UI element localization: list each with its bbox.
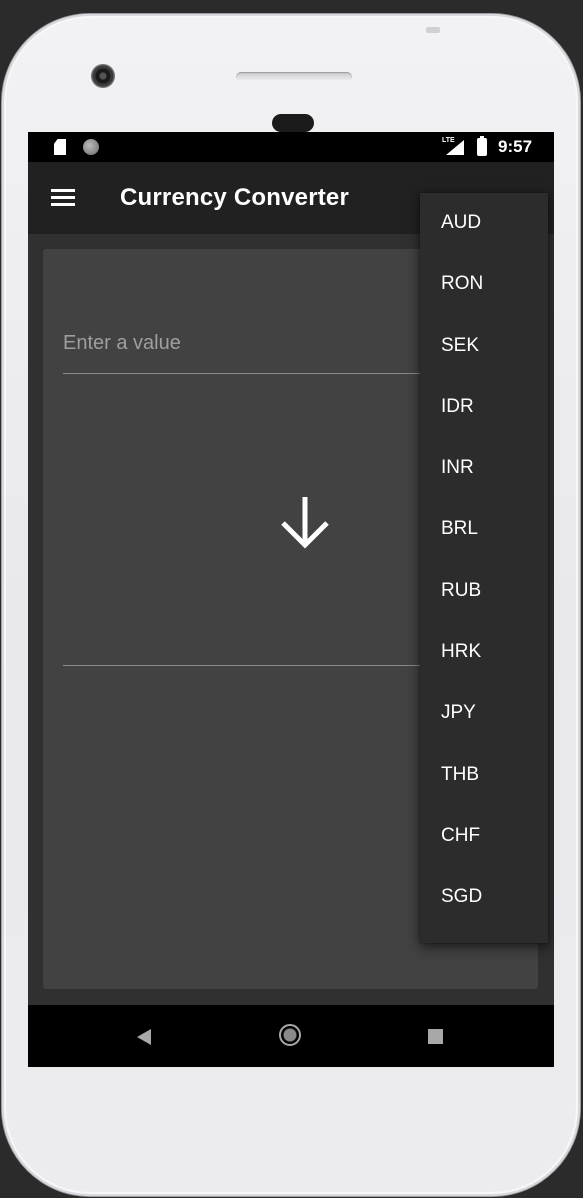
home-icon[interactable] bbox=[279, 1024, 301, 1046]
front-camera bbox=[91, 64, 115, 88]
sd-card-icon bbox=[54, 139, 66, 155]
currency-option-idr[interactable]: IDR bbox=[420, 376, 548, 437]
currency-option-thb[interactable]: THB bbox=[420, 744, 548, 805]
navigation-bar bbox=[28, 1005, 554, 1067]
recents-icon[interactable] bbox=[428, 1029, 443, 1044]
currency-option-chf[interactable]: CHF bbox=[420, 805, 548, 866]
battery-icon bbox=[477, 136, 487, 156]
currency-option-sek[interactable]: SEK bbox=[420, 315, 548, 376]
value-input[interactable] bbox=[63, 321, 453, 374]
currency-option-brl[interactable]: BRL bbox=[420, 498, 548, 559]
currency-option-jpy[interactable]: JPY bbox=[420, 682, 548, 743]
screen: LTE 9:57 Currency Converter AUDRONSEKIDR… bbox=[28, 132, 554, 1067]
power-button bbox=[426, 27, 440, 33]
currency-option-inr[interactable]: INR bbox=[420, 437, 548, 498]
status-time: 9:57 bbox=[498, 137, 533, 156]
back-icon[interactable] bbox=[137, 1029, 151, 1045]
currency-dropdown-menu: AUD RON SEK IDR INR BRL RUB HRK JPY THB CHF SGD bbox=[420, 193, 548, 943]
status-bar: LTE 9:57 bbox=[28, 132, 554, 162]
currency-option-rub[interactable]: RUB bbox=[420, 560, 548, 621]
arrow-down-icon[interactable] bbox=[277, 493, 333, 553]
currency-option-hrk[interactable]: HRK bbox=[420, 621, 548, 682]
app-title: Currency Converter bbox=[120, 184, 350, 211]
result-field bbox=[63, 665, 453, 666]
proximity-sensor bbox=[272, 114, 314, 132]
currency-option-ron[interactable]: RON bbox=[420, 253, 548, 314]
currency-option-aud[interactable]: AUD bbox=[420, 192, 548, 253]
earpiece-speaker bbox=[236, 72, 352, 82]
lte-label: LTE bbox=[442, 137, 455, 144]
hamburger-menu-icon[interactable] bbox=[50, 189, 76, 209]
sync-icon bbox=[83, 139, 99, 155]
currency-option-sgd[interactable]: SGD bbox=[420, 866, 548, 927]
